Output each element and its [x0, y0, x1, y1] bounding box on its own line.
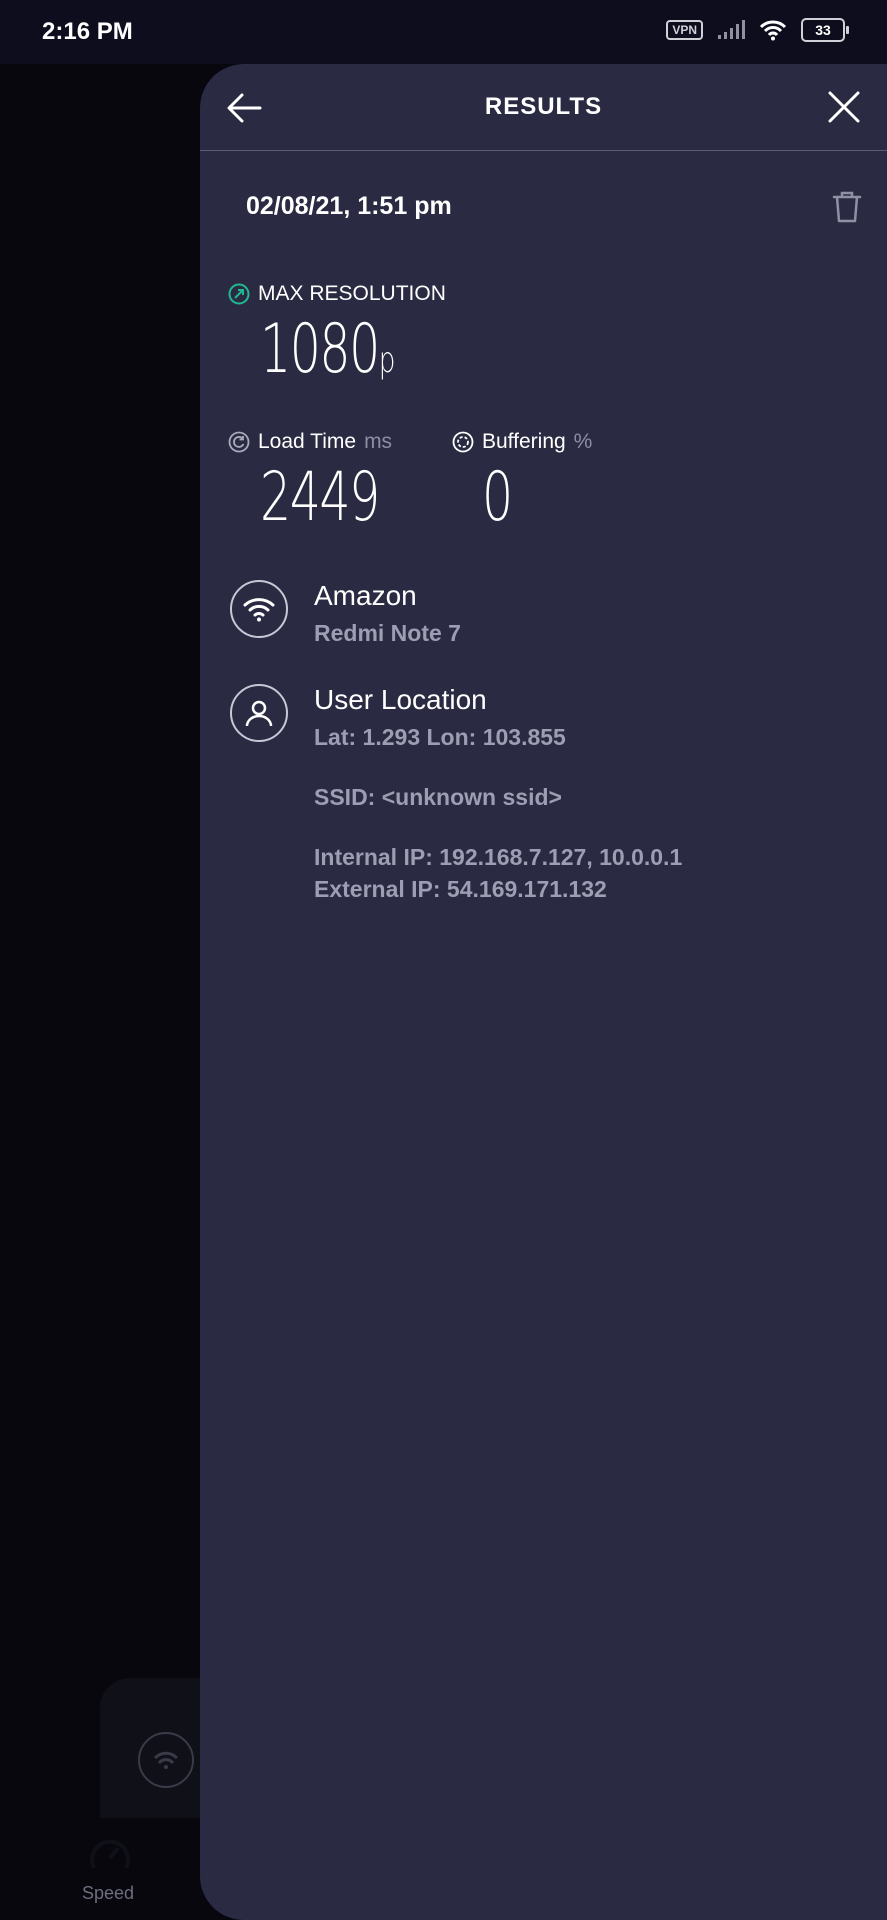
buffering-value: 0	[482, 458, 513, 537]
refresh-icon	[228, 431, 250, 453]
status-icons: VPN 33	[666, 18, 849, 42]
load-time-value: 2449	[260, 458, 380, 537]
ssid-text: SSID: <unknown ssid>	[314, 784, 562, 810]
result-date: 02/08/21, 1:51 pm	[246, 192, 452, 220]
wifi-status-icon	[759, 20, 787, 41]
max-resolution-number: 1080	[260, 310, 380, 389]
status-bar: 2:16 PM VPN 33	[0, 0, 887, 64]
device-name: Redmi Note 7	[314, 620, 461, 646]
load-time-unit: ms	[364, 430, 393, 453]
provider-name: Amazon	[314, 580, 417, 611]
location-coords: Lat: 1.293 Lon: 103.855	[314, 724, 566, 750]
load-time-text: Load Time	[258, 430, 357, 453]
results-panel: RESULTS 02/08/21, 1:51 pm MAX RESOLUTION…	[200, 64, 887, 1920]
speed-nav-icon[interactable]	[88, 1832, 132, 1876]
user-icon	[230, 684, 288, 742]
max-resolution-text: MAX RESOLUTION	[258, 282, 446, 305]
wifi-icon	[230, 580, 288, 638]
speed-nav-label[interactable]: Speed	[82, 1883, 134, 1904]
signal-icon	[718, 20, 745, 39]
buffering-label: Buffering %	[452, 430, 592, 454]
buffering-text: Buffering	[482, 430, 566, 453]
external-ip-text: External IP: 54.169.171.132	[314, 876, 607, 902]
status-time: 2:16 PM	[42, 18, 133, 45]
page-title: RESULTS	[484, 93, 603, 120]
battery-icon: 33	[801, 18, 849, 42]
trash-icon[interactable]	[831, 190, 863, 224]
close-icon[interactable]	[825, 88, 863, 126]
max-resolution-suffix: p	[378, 340, 396, 381]
results-header: RESULTS	[200, 64, 887, 151]
load-time-label: Load Time ms	[228, 430, 392, 454]
location-title: User Location	[314, 684, 487, 715]
buffering-icon	[452, 431, 474, 453]
max-resolution-value: 1080p	[260, 316, 395, 384]
internal-ip-text: Internal IP: 192.168.7.127, 10.0.0.1	[314, 844, 683, 870]
buffering-unit: %	[573, 430, 593, 453]
background-wifi-icon	[138, 1732, 194, 1788]
vpn-icon: VPN	[666, 20, 703, 40]
max-resolution-label: MAX RESOLUTION	[228, 282, 446, 306]
resolution-icon	[228, 283, 250, 305]
